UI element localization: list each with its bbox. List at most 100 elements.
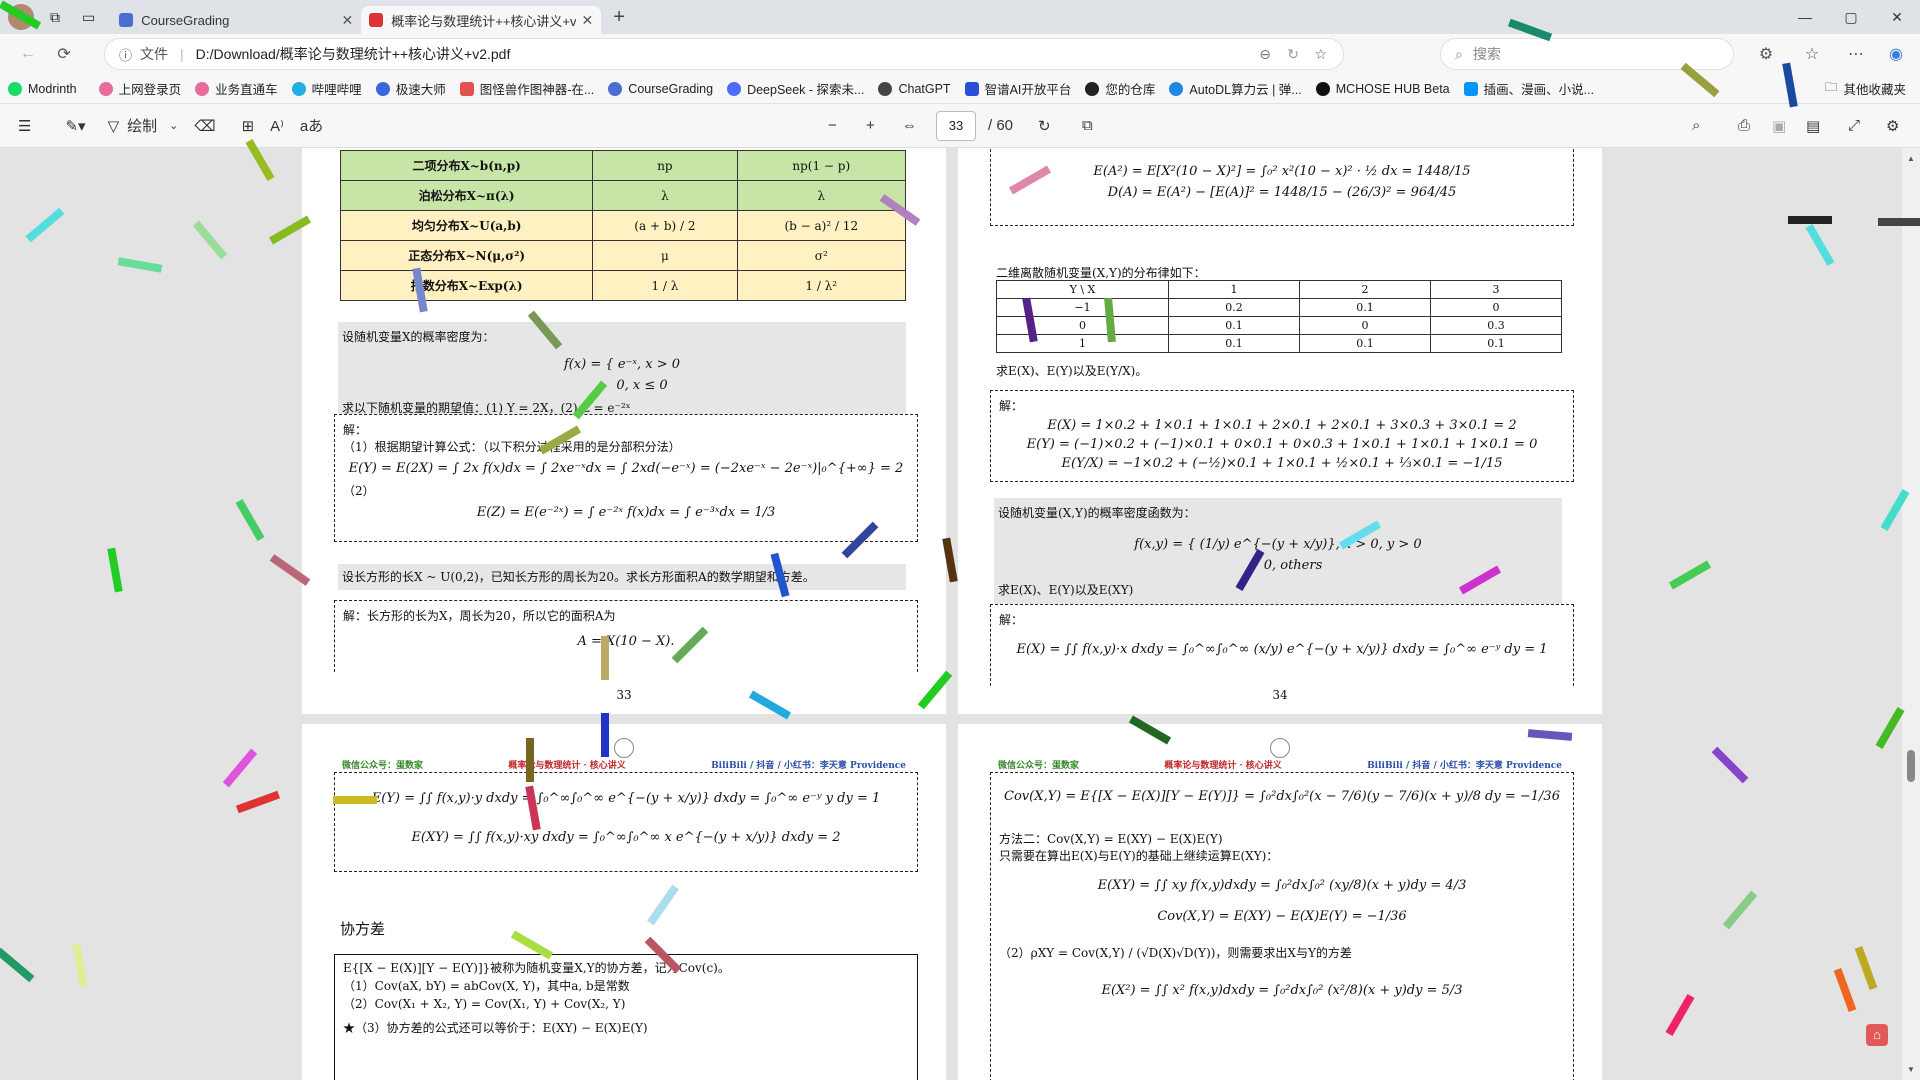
question-text: 求E(X)、E(Y)以及E(XY) xyxy=(998,583,1134,597)
more-menu-icon[interactable]: ⋯ xyxy=(1838,38,1874,70)
formula: E(Y/X) = −1×0.2 + (−½)×0.1 + 1×0.1 + ½×0… xyxy=(1061,456,1503,471)
translate-button[interactable]: aあ xyxy=(292,110,331,142)
fullscreen-icon[interactable]: ⤢ xyxy=(1840,110,1868,142)
read-aloud-icon[interactable]: ↻ xyxy=(1287,46,1299,63)
zoom-in-button[interactable]: + xyxy=(858,110,883,142)
question-text: 二维离散随机变量(X,Y)的分布律如下： xyxy=(996,266,1206,280)
favorite-item[interactable]: AutoDL算力云 | 弹... xyxy=(1169,79,1302,98)
table-cell: 0 xyxy=(1298,316,1431,335)
zoom-out-button[interactable]: − xyxy=(820,110,845,142)
scroll-up-icon[interactable]: ▲ xyxy=(1907,154,1915,163)
favorite-item[interactable]: 业务直通车 xyxy=(195,79,278,98)
globe-icon xyxy=(98,81,113,96)
zhipu-icon xyxy=(964,81,979,96)
favorites-icon[interactable]: ☆ xyxy=(1794,38,1830,70)
close-button[interactable]: ✕ xyxy=(1874,0,1920,34)
fit-page-icon[interactable]: ⇔ xyxy=(894,110,925,142)
scrollbar[interactable]: ▲ ▼ xyxy=(1902,148,1920,1080)
maximize-button[interactable]: ▢ xyxy=(1828,0,1874,34)
favorite-item[interactable]: 图怪兽作图神器-在... xyxy=(459,79,594,98)
scroll-down-icon[interactable]: ▼ xyxy=(1907,1065,1915,1074)
eraser-icon[interactable]: ⌫ xyxy=(186,110,223,142)
tab-bar: ⧉ ▭ CourseGrading ✕ 概率论与数理统计++核心讲义+v... … xyxy=(0,0,1920,34)
question-block: 设长方形的长X ~ U(0,2)，已知长方形的周长为20。求长方形面积A的数学期… xyxy=(338,564,906,590)
table-cell: (a + b) / 2 xyxy=(592,210,738,241)
favorite-item[interactable]: 上网登录页 xyxy=(98,79,181,98)
back-button[interactable]: ← xyxy=(10,38,46,70)
favorite-item[interactable]: DeepSeek - 探索未... xyxy=(727,79,864,98)
tab-pdf[interactable]: 概率论与数理统计++核心讲义+v... ✕ xyxy=(361,6,602,34)
minimize-button[interactable]: — xyxy=(1782,0,1828,34)
deepseek-icon xyxy=(727,81,742,96)
question-text: 设随机变量X的概率密度为： xyxy=(342,330,495,344)
favorite-item[interactable]: ChatGPT xyxy=(878,81,951,96)
adobe-acrobat-icon[interactable]: ⌂ xyxy=(1866,1024,1888,1046)
bilibili-icon xyxy=(291,81,306,96)
formula: Cov(X,Y) = E{[X − E(X)][Y − E(Y)]} = ∫₀²… xyxy=(1004,789,1560,804)
address-bar: ← ⟳ ⓘ 文件 | D:/Download/概率论与数理统计++核心讲义+v2… xyxy=(0,34,1920,74)
table-cell: 1 / λ² xyxy=(736,270,907,301)
search-field[interactable]: ⌕ 搜索 xyxy=(1440,38,1734,70)
formula: E(A²) = E[X²(10 − X)²] = ∫₀² x²(10 − x)²… xyxy=(1093,164,1471,179)
tab-actions-icon[interactable]: ▭ xyxy=(82,9,95,26)
section-title: 协方差 xyxy=(340,920,386,938)
modrinth-icon xyxy=(8,81,22,96)
divider: | xyxy=(180,46,184,62)
table-cell: np xyxy=(592,150,738,181)
profile-avatar[interactable] xyxy=(8,4,34,30)
save-as-icon[interactable]: ▤ xyxy=(1798,110,1828,142)
favorite-item[interactable]: CourseGrading xyxy=(608,81,713,96)
page-total: / 60 xyxy=(988,117,1014,134)
extensions-icon[interactable]: ⚙ xyxy=(1748,38,1784,70)
favorite-item[interactable]: 哔哩哔哩 xyxy=(291,79,362,98)
favorite-item[interactable]: Modrinth xyxy=(8,81,77,96)
scrollbar-thumb[interactable] xyxy=(1907,750,1915,782)
logo-icon xyxy=(614,738,634,758)
favorite-item[interactable]: 极速大师 xyxy=(375,79,446,98)
pdf-toolbar: ☰ ✎▾ ▽ 绘制 ⌄ ⌫ ⊞ A⁾ aあ − + ⇔ 33 / 60 ↻ ⧉ ⌕ … xyxy=(0,104,1920,148)
new-tab-button[interactable]: + xyxy=(613,6,625,29)
read-aloud-icon[interactable]: A⁾ xyxy=(262,110,292,142)
url-field[interactable]: ⓘ 文件 | D:/Download/概率论与数理统计++核心讲义+v2.pdf… xyxy=(104,38,1344,70)
close-icon[interactable]: ✕ xyxy=(582,12,594,29)
table-cell: 正态分布X~N(μ,σ²) xyxy=(339,240,594,271)
print-icon[interactable]: ⎙ xyxy=(1730,110,1758,142)
table-cell: σ² xyxy=(736,240,907,271)
pdf-viewer[interactable]: 二项分布X~b(n,p) np np(1 − p) 泊松分布X~π(λ) λ λ 均匀分布X… xyxy=(0,148,1920,1080)
info-icon[interactable]: ⓘ xyxy=(119,45,132,64)
workspaces-icon[interactable]: ⧉ xyxy=(50,9,60,26)
table-cell: 0.1 xyxy=(1298,298,1431,317)
favorite-item[interactable]: MCHOSE HUB Beta xyxy=(1315,81,1450,96)
coursegrading-icon xyxy=(119,13,134,27)
page-number: 34 xyxy=(1272,688,1288,702)
find-icon[interactable]: ⌕ xyxy=(1684,110,1708,142)
contents-icon[interactable]: ☰ xyxy=(10,110,39,142)
rotate-icon[interactable]: ↻ xyxy=(1030,110,1059,142)
solution-text: （2） xyxy=(343,484,375,498)
refresh-button[interactable]: ⟳ xyxy=(46,38,82,70)
table-cell: 指数分布X~Exp(λ) xyxy=(339,270,594,301)
table-row: 正态分布X~N(μ,σ²) μ σ² xyxy=(339,240,907,271)
copilot-icon[interactable]: ◉ xyxy=(1878,38,1914,70)
page-view-icon[interactable]: ⊞ xyxy=(234,110,263,142)
draw-button[interactable]: ▽ 绘制 ⌄ xyxy=(100,110,187,142)
tab-coursegrading[interactable]: CourseGrading ✕ xyxy=(111,6,361,34)
zoom-icon[interactable]: ⊖ xyxy=(1259,46,1271,63)
favorite-star-icon[interactable]: ☆ xyxy=(1314,46,1327,63)
highlight-icon[interactable]: ✎▾ xyxy=(57,110,93,142)
favorite-item[interactable]: 插画、漫画、小说... xyxy=(1463,79,1594,98)
favorite-item[interactable]: 您的仓库 xyxy=(1085,79,1155,98)
distribution-table: 二项分布X~b(n,p) np np(1 − p) 泊松分布X~π(λ) λ λ 均匀分布X… xyxy=(339,150,907,301)
page-number-input[interactable]: 33 xyxy=(936,111,976,141)
folder-icon: 🗀 xyxy=(1824,80,1838,94)
close-icon[interactable]: ✕ xyxy=(342,12,354,29)
settings-icon[interactable]: ⚙ xyxy=(1878,110,1907,142)
save-icon[interactable]: ▣ xyxy=(1764,110,1794,142)
solution-block: E(A²) = E[X²(10 − X)²] = ∫₀² x²(10 − x)²… xyxy=(990,148,1574,226)
formula: E(X²) = ∫∫ x² f(x,y)dxdy = ∫₀²dx∫₀² (x²/… xyxy=(1101,983,1463,998)
other-favorites[interactable]: 🗀 其他收藏夹 xyxy=(1825,78,1906,99)
mchose-icon xyxy=(1315,81,1330,96)
favorite-item[interactable]: 智谱AI开放平台 xyxy=(964,79,1071,98)
two-page-icon[interactable]: ⧉ xyxy=(1074,110,1101,142)
solution-text: 只需要在算出E(X)与E(Y)的基础上继续运算E(XY)： xyxy=(999,849,1279,863)
